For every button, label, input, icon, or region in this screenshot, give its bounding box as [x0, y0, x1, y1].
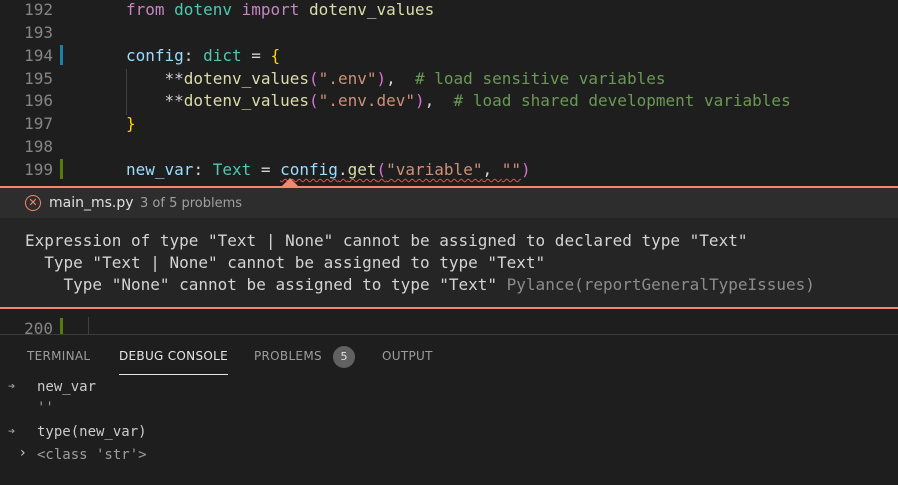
- console-output: '': [37, 400, 54, 416]
- code-token: :: [193, 160, 213, 179]
- code-token: dotenv_values: [309, 0, 435, 19]
- code-text: from dotenv import dotenv_values: [126, 0, 434, 21]
- editor-line[interactable]: 192 from dotenv import dotenv_values: [0, 0, 898, 21]
- code-token: dotenv_values: [183, 69, 310, 88]
- code-token: (: [376, 160, 387, 179]
- editor-line[interactable]: 194 config: dict = {: [0, 44, 898, 67]
- code-token: ): [376, 69, 387, 88]
- peek-message-line: Expression of type "Text | None" cannot …: [25, 231, 748, 250]
- tab-debug-console[interactable]: DEBUG CONSOLE: [119, 349, 228, 363]
- code-token: =: [241, 46, 271, 65]
- code-token: ,: [424, 91, 454, 110]
- tab-terminal[interactable]: TERMINAL: [27, 349, 90, 363]
- editor-line[interactable]: 193: [0, 21, 898, 44]
- editor-line[interactable]: 200: [0, 317, 898, 334]
- editor-line[interactable]: 197}: [0, 112, 898, 135]
- line-number: 194: [24, 46, 53, 65]
- code-token: config: [280, 160, 338, 179]
- code-token: "variable": [386, 160, 483, 179]
- line-number: 197: [24, 114, 53, 133]
- code-token: dotenv: [174, 0, 232, 19]
- line-number: 196: [24, 91, 53, 110]
- active-tab-indicator: [119, 374, 228, 375]
- code-token: :: [183, 46, 204, 65]
- code-text: config: dict = {: [126, 44, 280, 67]
- editor-line[interactable]: 199 new_var: Text = config.get("variable"…: [0, 158, 898, 181]
- line-number: 192: [24, 0, 53, 19]
- console-input: type(new_var): [37, 424, 147, 440]
- line-number: 195: [24, 69, 53, 88]
- input-arrow-icon: ➔: [8, 424, 16, 438]
- code-text: **dotenv_values(".env.dev"), # load shar…: [126, 89, 791, 112]
- code-token: }: [126, 114, 136, 133]
- peek-message-line-last: Type "None" cannot be assigned to type "…: [25, 274, 815, 296]
- peek-header: ✕ main_ms.py 3 of 5 problems: [0, 188, 898, 218]
- line-number: 193: [24, 23, 53, 42]
- code-token: ): [415, 91, 425, 110]
- code-token: **: [126, 91, 184, 110]
- code-token: Text: [212, 160, 252, 179]
- code-token: (: [309, 69, 319, 88]
- code-token: config: [126, 46, 184, 65]
- code-token: ): [520, 160, 531, 179]
- code-token: ,: [386, 69, 416, 88]
- code-token: get: [347, 160, 377, 179]
- console-input: new_var: [37, 379, 97, 395]
- added-gutter-marker: [60, 159, 63, 179]
- code-token: "": [501, 160, 521, 179]
- problems-count-badge: 5: [333, 346, 355, 368]
- peek-problem-count: 3 of 5 problems: [140, 196, 243, 211]
- code-text: **dotenv_values(".env"), # load sensitiv…: [126, 67, 666, 90]
- editor-line[interactable]: 195 **dotenv_values(".env"), # load sens…: [0, 67, 898, 90]
- code-token: .: [337, 160, 348, 179]
- peek-pointer: [282, 178, 298, 186]
- peek-message-text: Type "None" cannot be assigned to type "…: [25, 275, 498, 294]
- peek-message-line: Type "Text | None" cannot be assigned to…: [25, 253, 546, 272]
- tab-output[interactable]: OUTPUT: [382, 349, 433, 363]
- code-token: ,: [482, 160, 502, 179]
- code-token: new_var: [126, 160, 194, 179]
- console-output: <class 'str'>: [37, 447, 147, 463]
- code-token: from: [126, 0, 165, 19]
- code-token: # load sensitive variables: [415, 69, 666, 88]
- code-token: **: [126, 69, 184, 88]
- added-gutter-marker: [60, 318, 63, 334]
- bottom-panel: TERMINAL DEBUG CONSOLE PROBLEMS 5 OUTPUT…: [0, 334, 898, 485]
- code-token: import: [241, 0, 300, 19]
- line-number: 200: [24, 319, 53, 334]
- modified-gutter-marker: [60, 45, 63, 65]
- code-token: =: [251, 160, 281, 179]
- peek-file-name[interactable]: main_ms.py: [49, 195, 134, 211]
- code-token: dict: [203, 46, 242, 65]
- editor-line[interactable]: 196 **dotenv_values(".env.dev"), # load …: [0, 89, 898, 112]
- code-token: (: [309, 91, 319, 110]
- code-text: }: [126, 112, 136, 135]
- input-arrow-icon: ➔: [8, 379, 16, 393]
- tab-problems[interactable]: PROBLEMS: [254, 349, 322, 363]
- expand-chevron-icon[interactable]: ›: [20, 445, 26, 461]
- code-token: ".env.dev": [318, 91, 415, 110]
- problem-peek-widget: ✕ main_ms.py 3 of 5 problems Expression …: [0, 186, 898, 309]
- code-token: # load shared development variables: [453, 91, 791, 110]
- line-number: 199: [24, 160, 53, 179]
- code-editor[interactable]: 192 from dotenv import dotenv_values 193 19…: [0, 0, 898, 334]
- peek-source[interactable]: Pylance(reportGeneralTypeIssues): [507, 275, 815, 294]
- indent-guide: [88, 317, 89, 334]
- code-token: ".env": [318, 69, 377, 88]
- line-number: 198: [24, 137, 53, 156]
- code-text: new_var: Text = config.get("variable", "…: [126, 158, 531, 181]
- editor-line[interactable]: 198: [0, 135, 898, 158]
- code-token: {: [270, 46, 281, 65]
- error-circle-icon: ✕: [25, 195, 41, 211]
- code-token: dotenv_values: [183, 91, 310, 110]
